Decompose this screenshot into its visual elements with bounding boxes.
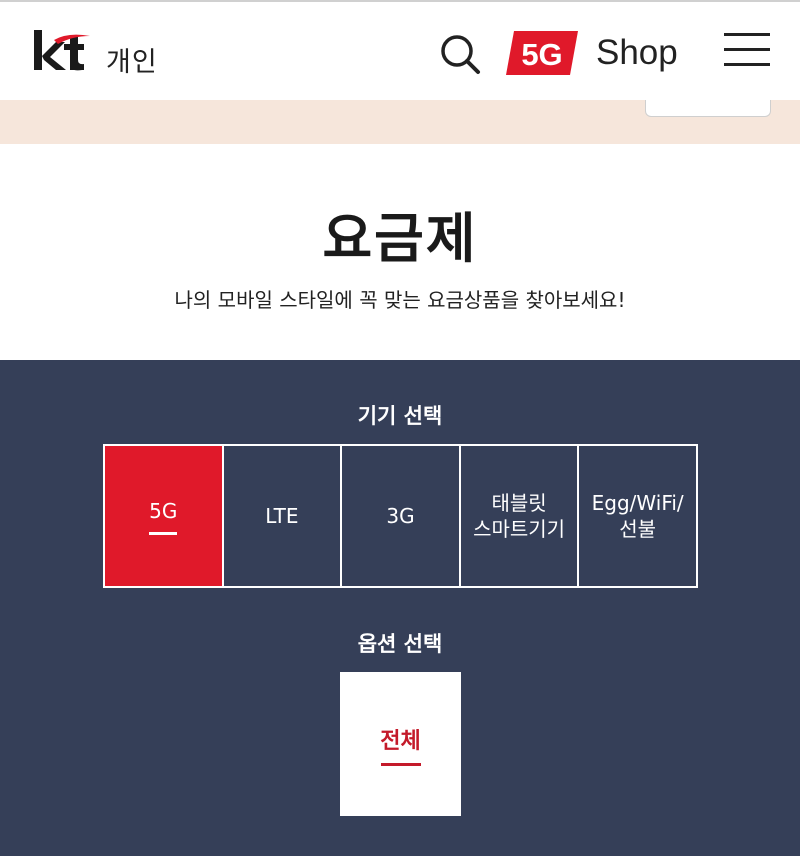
- banner-strip-tab[interactable]: [645, 100, 771, 117]
- device-tab-label: 3G: [386, 504, 415, 528]
- menu-button[interactable]: [722, 30, 772, 70]
- search-button[interactable]: [438, 32, 482, 76]
- active-underline: [149, 531, 178, 535]
- page-title: 요금제: [322, 207, 478, 270]
- device-tab-label: LTE: [265, 504, 299, 528]
- device-tab-label: Egg/WiFi/: [591, 491, 684, 515]
- device-tab-tablet[interactable]: 태블릿 스마트기기: [461, 446, 580, 586]
- page-subtitle: 나의 모바일 스타일에 꼭 맞는 요금상품을 찾아보세요!: [174, 288, 626, 312]
- device-tab-label-line2: 선불: [619, 517, 657, 541]
- option-select-label: 옵션 선택: [357, 632, 443, 656]
- 5g-badge-text: 5G: [521, 37, 562, 72]
- device-tab-group: 5G LTE 3G 태블릿 스마트기기 Egg/WiFi/ 선불: [103, 444, 698, 588]
- shop-label: Shop: [596, 33, 678, 72]
- device-select-label: 기기 선택: [357, 404, 443, 428]
- device-tab-3g[interactable]: 3G: [342, 446, 461, 586]
- device-tab-lte[interactable]: LTE: [224, 446, 343, 586]
- kt-logo-icon[interactable]: [34, 28, 90, 74]
- active-underline: [380, 762, 421, 766]
- segment-label[interactable]: 개인: [106, 40, 158, 79]
- page: 개인 5G Shop 요금제 나의 모바일 스타일에 꼭 맞는 요금상품을 찾아…: [0, 0, 800, 859]
- top-header: 개인 5G Shop: [0, 0, 800, 100]
- device-tab-egg-wifi[interactable]: Egg/WiFi/ 선불: [579, 446, 696, 586]
- device-tab-label: 태블릿: [491, 491, 547, 515]
- filter-section: 기기 선택 5G LTE 3G 태블릿 스마트기기 Egg/WiFi/ 선불 옵…: [0, 360, 800, 859]
- 5g-badge-icon: 5G: [506, 31, 578, 75]
- option-tab-label: 전체: [380, 728, 421, 754]
- option-tab-all[interactable]: 전체: [340, 672, 461, 816]
- device-tab-5g[interactable]: 5G: [105, 446, 224, 586]
- title-section: 요금제 나의 모바일 스타일에 꼭 맞는 요금상품을 찾아보세요!: [0, 144, 800, 360]
- search-icon: [441, 35, 480, 74]
- 5g-shop-button[interactable]: 5G Shop: [506, 28, 678, 78]
- hamburger-menu-icon: [724, 33, 770, 66]
- device-tab-label-line2: 스마트기기: [473, 517, 566, 541]
- device-tab-label: 5G: [149, 498, 178, 523]
